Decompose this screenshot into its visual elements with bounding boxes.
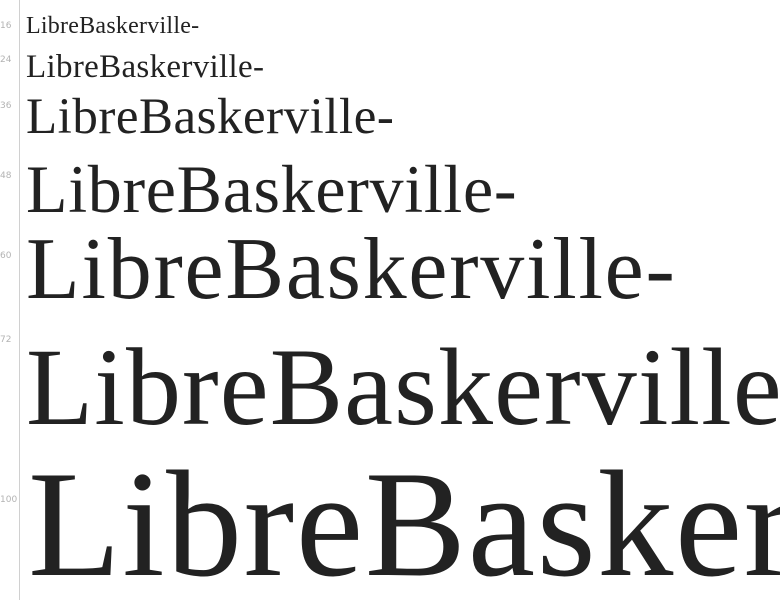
size-label-60: 60	[0, 251, 12, 261]
specimen-72: LibreBaskerville-	[26, 326, 780, 448]
specimen-60: LibreBaskerville-	[26, 221, 677, 318]
specimen-36: LibreBaskerville-	[26, 89, 395, 145]
size-label-16: 16	[0, 21, 12, 31]
size-label-36: 36	[0, 101, 12, 111]
size-label-48: 48	[0, 171, 12, 181]
size-label-100: 100	[0, 495, 18, 505]
size-label-24: 24	[0, 55, 12, 65]
specimen-16: LibreBaskerville-	[26, 13, 200, 39]
specimen-100: LibreBaskerville-	[28, 440, 780, 608]
left-margin-rule	[19, 0, 20, 600]
specimen-24: LibreBaskerville-	[26, 49, 265, 85]
size-label-72: 72	[0, 335, 12, 345]
specimen-48: LibreBaskerville-	[26, 151, 518, 227]
